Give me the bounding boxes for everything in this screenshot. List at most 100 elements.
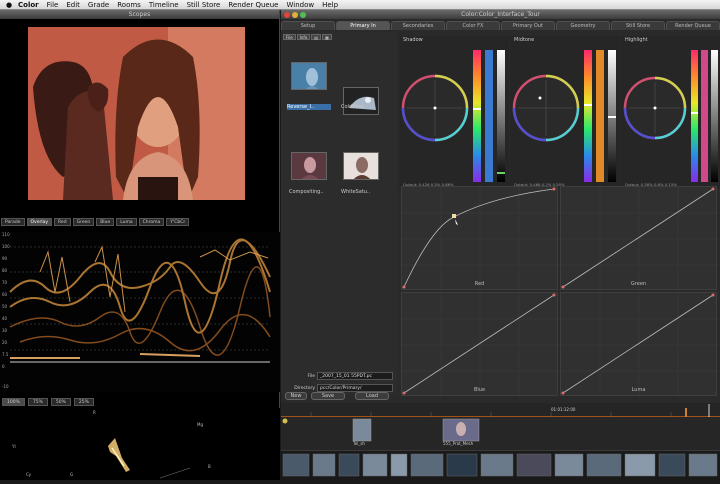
minimize-window-button[interactable]: [292, 11, 298, 18]
preset-thumb-reverse[interactable]: [291, 62, 327, 90]
video-frame: [28, 27, 245, 200]
filmstrip: [282, 453, 718, 477]
track1-content: [282, 418, 480, 442]
close-window-button[interactable]: [284, 11, 290, 18]
menu-timeline[interactable]: Timeline: [145, 0, 183, 10]
green-curve-graph[interactable]: [561, 187, 718, 291]
waveform-scope: 110 100 90 80 70 60 50 40 30 20 7.5 0 -1…: [0, 232, 280, 392]
shadow-wheel-title: Shadow: [403, 37, 423, 43]
tab-geometry[interactable]: Geometry: [556, 21, 610, 30]
scope-tab-blue[interactable]: Blue: [96, 218, 115, 226]
preset-thumb-whitesat[interactable]: [343, 152, 379, 180]
blue-curve-label: Blue: [473, 387, 486, 393]
menu-help[interactable]: Help: [318, 0, 342, 10]
tab-still-store[interactable]: Still Store: [611, 21, 665, 30]
scope-tab-green[interactable]: Green: [72, 218, 95, 226]
green-curve-label: Green: [630, 281, 647, 287]
timeline-track-2[interactable]: [281, 451, 720, 480]
preset-label-coldblue[interactable]: ColdBlue..: [341, 104, 385, 110]
timeline-track-1: Tel_sh 555_Prat_Mesh: [281, 417, 720, 451]
window-controls: [284, 11, 306, 18]
vs-zoom-50[interactable]: 50%: [50, 398, 71, 406]
scope-tab-red[interactable]: Red: [54, 218, 71, 226]
zoom-window-button[interactable]: [300, 11, 306, 18]
midtone-color-wheel[interactable]: [510, 36, 620, 188]
vs-zoom-100[interactable]: 100%: [2, 398, 25, 406]
highlight-wheel-panel: Highlight Output: 0.38% 0.6% 0.15%: [621, 36, 720, 188]
menu-edit[interactable]: Edit: [62, 0, 84, 10]
menu-window[interactable]: Window: [283, 0, 319, 10]
directory-field[interactable]: pcc/Color/Primary/: [317, 384, 393, 392]
color-main-window: Color:Color_Interface_Tour Setup Primary…: [281, 10, 720, 480]
menu-grade[interactable]: Grade: [84, 0, 113, 10]
save-preset-button[interactable]: Save: [311, 392, 345, 400]
shadow-wheel-panel: Shadow Output: 0.426 0.5% 0.86%: [399, 36, 509, 188]
directory-field-label: Directory: [294, 386, 315, 391]
menu-rooms[interactable]: Rooms: [113, 0, 145, 10]
color-window-title: Color:Color_Interface_Tour: [461, 11, 540, 18]
highlight-color-wheel[interactable]: [621, 36, 720, 188]
preset-toolbar: File Info ▤ ▦: [283, 34, 332, 40]
preset-label-whitesat[interactable]: WhiteSatu..: [341, 189, 385, 195]
tab-color-fx[interactable]: Color FX: [446, 21, 500, 30]
blue-curve-editor[interactable]: Blue: [401, 292, 559, 397]
waveform-trace: [9, 238, 271, 363]
vs-zoom-25[interactable]: 25%: [73, 398, 94, 406]
thumb-image: [292, 63, 326, 89]
timeline: 01:01:12:00 Tel_sh 555_Prat_Mesh: [281, 403, 720, 480]
preset-label-compositing[interactable]: Compositing..: [289, 189, 333, 195]
info-view-button[interactable]: Info: [296, 34, 311, 40]
scope-mode-tabs: Parade Overlay Red Green Blue Luma Chrom…: [0, 218, 280, 227]
tab-render-queue[interactable]: Render Queue: [666, 21, 720, 30]
scopes-title: Scopes: [0, 10, 279, 19]
tab-secondaries[interactable]: Secondaries: [391, 21, 445, 30]
tab-primary-out[interactable]: Primary Out: [501, 21, 555, 30]
new-preset-button[interactable]: New: [285, 392, 307, 400]
luma-curve-graph[interactable]: [561, 293, 718, 397]
file-view-button[interactable]: File: [283, 34, 296, 40]
scope-tab-ycbcr[interactable]: Y'CbCr: [166, 218, 190, 226]
vs-zoom-75[interactable]: 75%: [27, 398, 48, 406]
menu-render-queue[interactable]: Render Queue: [224, 0, 282, 10]
midtone-wheel-panel: Midtone Output: 0.466 0.2% 0.50%: [510, 36, 620, 188]
tab-primary-in[interactable]: Primary In: [336, 21, 390, 30]
vectorscope: R Mg B Cy G YI: [0, 408, 280, 480]
red-curve-label: Red: [474, 281, 485, 287]
file-name-field[interactable]: _2007_15_01 55PDT.pc: [317, 372, 393, 380]
ruler-ticks: [281, 404, 720, 418]
room-tabs: Setup Primary In Secondaries Color FX Pr…: [281, 21, 720, 30]
clip-label: 555_Prat_Mesh: [443, 441, 474, 446]
scopes-window: Scopes Parade Overlay Red Green Blue Lum…: [0, 10, 280, 480]
load-preset-button[interactable]: Load: [355, 392, 389, 400]
luma-curve-editor[interactable]: Luma: [560, 292, 718, 397]
apple-icon[interactable]: ●: [4, 1, 14, 9]
vectorscope-zoom-tabs: 100% 75% 50% 25%: [0, 398, 280, 407]
shadow-color-wheel[interactable]: [399, 36, 509, 188]
tab-setup[interactable]: Setup: [281, 21, 335, 30]
highlight-wheel-title: Highlight: [625, 37, 648, 43]
preset-thumb-compositing[interactable]: [291, 152, 327, 180]
menu-file[interactable]: File: [43, 0, 63, 10]
clip-label: Tel_sh: [353, 441, 365, 446]
preset-thumb-coldblue[interactable]: [343, 87, 379, 115]
video-preview: [28, 27, 245, 200]
preset-label-reverse[interactable]: Reverse_I..: [287, 104, 331, 110]
blue-curve-graph[interactable]: [402, 293, 559, 397]
thumb-image: [344, 153, 378, 179]
list-view-icon[interactable]: ▤: [311, 34, 322, 40]
green-curve-editor[interactable]: Green: [560, 186, 718, 291]
menu-color[interactable]: Color: [14, 0, 43, 10]
red-curve-graph[interactable]: [402, 187, 559, 291]
red-curve-editor[interactable]: Red: [401, 186, 559, 291]
menu-still-store[interactable]: Still Store: [183, 0, 225, 10]
color-window-titlebar: Color:Color_Interface_Tour: [281, 10, 720, 19]
thumb-image: [344, 88, 378, 114]
menu-bar: ● Color File Edit Grade Rooms Timeline S…: [0, 0, 720, 10]
scope-tab-luma[interactable]: Luma: [116, 218, 137, 226]
icon-view-icon[interactable]: ▦: [322, 34, 332, 40]
luma-curve-label: Luma: [631, 387, 646, 393]
timeline-ruler[interactable]: 01:01:12:00: [281, 403, 720, 418]
scope-tab-parade[interactable]: Parade: [1, 218, 25, 226]
scope-tab-chroma[interactable]: Chroma: [138, 218, 165, 226]
scope-tab-overlay[interactable]: Overlay: [26, 218, 53, 226]
